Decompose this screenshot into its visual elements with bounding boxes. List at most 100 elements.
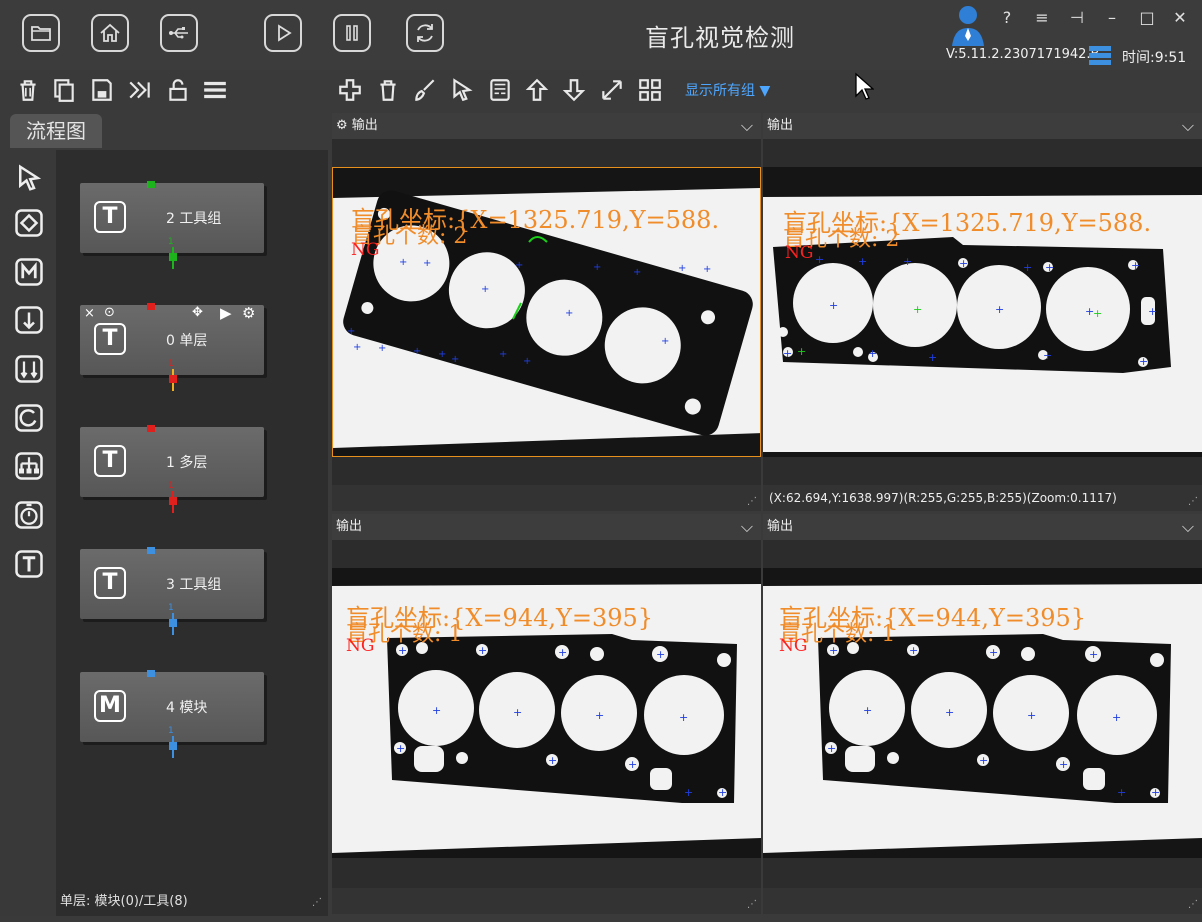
- node-input-port[interactable]: [147, 670, 155, 677]
- pane-title: 输出: [767, 519, 794, 534]
- svg-text:+: +: [1023, 261, 1032, 274]
- node-output-port[interactable]: [169, 742, 177, 750]
- node-input-port[interactable]: [147, 547, 155, 554]
- menu-icon[interactable]: ≡: [1032, 8, 1052, 27]
- node-hover-toolbar: × ⊙ ✥ ▶ ⚙: [84, 304, 264, 324]
- inspection-image[interactable]: + + + + + + + + + + + + + + + + + + 盲孔坐标:{X=1325.719,Y=…: [332, 167, 761, 457]
- resize-grip-icon[interactable]: ⋰: [312, 897, 322, 908]
- calc-icon[interactable]: [486, 76, 514, 104]
- down-arrow-icon[interactable]: [13, 304, 45, 336]
- svg-text:+: +: [815, 253, 824, 266]
- inspection-image[interactable]: + + + + + + + + + + + + + + + + + + + 盲孔坐标:{X=1325.719,…: [763, 167, 1202, 457]
- folder-icon[interactable]: [22, 14, 60, 52]
- pin-icon[interactable]: ⊣: [1067, 8, 1087, 27]
- brush-icon[interactable]: [411, 76, 439, 104]
- add-icon[interactable]: [336, 76, 364, 104]
- svg-text:+: +: [684, 786, 693, 799]
- image-pane[interactable]: 输出 ⌵ + + + + + + + + + + + + + 盲孔坐标:{X=944,Y=395} 盲孔…: [332, 514, 761, 914]
- flow-node-module-4[interactable]: M 4 模块 1: [80, 670, 264, 758]
- node-output-port[interactable]: [169, 497, 177, 505]
- svg-text:+: +: [481, 284, 489, 295]
- svg-text:+: +: [396, 742, 405, 755]
- user-avatar-icon[interactable]: [948, 2, 988, 46]
- arrow-up-icon[interactable]: [523, 76, 551, 104]
- pause-icon[interactable]: [333, 14, 371, 52]
- node-input-port[interactable]: [147, 425, 155, 432]
- expand-icon[interactable]: [598, 76, 626, 104]
- inspection-image[interactable]: + + + + + + + + + + + + + 盲孔坐标:{X=944,Y=395} 盲孔个数: 1…: [332, 568, 761, 858]
- svg-text:+: +: [679, 711, 688, 724]
- flow-node-tool-group-3[interactable]: T 3 工具组 1: [80, 547, 264, 635]
- play-icon[interactable]: [264, 14, 302, 52]
- gear-icon[interactable]: ⚙: [242, 304, 255, 322]
- copy-icon[interactable]: [50, 76, 78, 104]
- save-icon[interactable]: [88, 76, 116, 104]
- chevron-down-icon[interactable]: ⌵: [741, 113, 753, 139]
- resize-grip-icon[interactable]: ⋰: [1188, 496, 1198, 507]
- svg-text:+: +: [829, 299, 838, 312]
- node-t-icon: T: [94, 567, 126, 599]
- loop-icon[interactable]: [13, 402, 45, 434]
- svg-text:+: +: [678, 263, 686, 274]
- chevron-down-icon[interactable]: ⌵: [741, 514, 753, 540]
- timer-icon[interactable]: [13, 499, 45, 531]
- svg-text:+: +: [478, 644, 487, 657]
- play-circle-icon[interactable]: ⊙: [104, 305, 115, 320]
- gear-icon[interactable]: ⚙: [336, 118, 352, 133]
- svg-text:+: +: [499, 349, 507, 360]
- skip-icon[interactable]: [126, 76, 154, 104]
- svg-text:+: +: [1089, 648, 1098, 661]
- run-icon[interactable]: ▶: [220, 304, 232, 322]
- arrow-down-icon[interactable]: [560, 76, 588, 104]
- image-pane[interactable]: 输出 ⌵ + + + + + + + + + + + + + + + + + + + 盲孔坐标:{X=1325…: [763, 113, 1202, 511]
- chevron-down-icon[interactable]: ⌵: [1182, 113, 1194, 139]
- svg-text:+: +: [797, 345, 806, 358]
- node-output-port[interactable]: [169, 375, 177, 383]
- svg-text:+: +: [979, 754, 988, 767]
- close-icon[interactable]: ✕: [1170, 8, 1190, 27]
- resize-grip-icon[interactable]: ⋰: [747, 899, 757, 910]
- node-link-count: 1: [168, 359, 174, 369]
- svg-text:+: +: [353, 342, 361, 353]
- resize-grip-icon[interactable]: ⋰: [747, 496, 757, 507]
- tab-flowchart[interactable]: 流程图: [10, 114, 102, 148]
- split-icon[interactable]: [13, 353, 45, 385]
- chevron-down-icon[interactable]: ⌵: [1182, 514, 1194, 540]
- home-icon[interactable]: [91, 14, 129, 52]
- svg-text:+: +: [945, 706, 954, 719]
- grid-icon[interactable]: [636, 76, 664, 104]
- unlock-icon[interactable]: [164, 76, 192, 104]
- resize-grip-icon[interactable]: ⋰: [1188, 899, 1198, 910]
- diamond-icon[interactable]: [13, 207, 45, 239]
- menu-icon[interactable]: [201, 76, 229, 104]
- image-pane[interactable]: 输出 ⌵ + + + + + + + + + + + + + 盲孔坐标:{X=944,Y=395} 盲孔…: [763, 514, 1202, 914]
- image-pane[interactable]: ⚙ 输出 ⌵ + + + + + + + + + + + + + + + + + + 盲孔坐标:{X=1325…: [332, 113, 761, 511]
- tree-icon[interactable]: [13, 450, 45, 482]
- inspection-image[interactable]: + + + + + + + + + + + + + 盲孔坐标:{X=944,Y=395} 盲孔个数: 1…: [763, 568, 1202, 858]
- t-icon[interactable]: [13, 548, 45, 580]
- usb-icon[interactable]: [160, 14, 198, 52]
- pane-status-bar: [332, 888, 761, 914]
- flow-node-multi-layer-1[interactable]: T 1 多层 1: [80, 425, 264, 513]
- svg-text:+: +: [989, 646, 998, 659]
- node-input-port[interactable]: [147, 181, 155, 188]
- pointer-icon[interactable]: [13, 162, 45, 194]
- trash-icon[interactable]: [374, 76, 402, 104]
- ng-result-label: NG: [351, 240, 380, 260]
- node-output-port[interactable]: [169, 253, 177, 261]
- move-icon[interactable]: ✥: [192, 305, 203, 320]
- flow-node-tool-group-2[interactable]: T 2 工具组 1: [80, 181, 264, 269]
- close-icon[interactable]: ×: [84, 306, 95, 321]
- svg-text:+: +: [868, 347, 877, 360]
- refresh-icon[interactable]: [406, 14, 444, 52]
- svg-text:+: +: [451, 354, 459, 365]
- trash-icon[interactable]: [14, 76, 42, 104]
- m-icon[interactable]: [13, 256, 45, 288]
- help-icon[interactable]: ?: [997, 8, 1017, 27]
- maximize-icon[interactable]: □: [1137, 8, 1157, 27]
- pointer-icon[interactable]: [448, 76, 476, 104]
- show-groups-dropdown[interactable]: 显示所有组 ▼: [685, 80, 770, 100]
- node-output-port[interactable]: [169, 619, 177, 627]
- minimize-icon[interactable]: –: [1102, 8, 1122, 27]
- chevron-down-icon: ▼: [755, 83, 771, 99]
